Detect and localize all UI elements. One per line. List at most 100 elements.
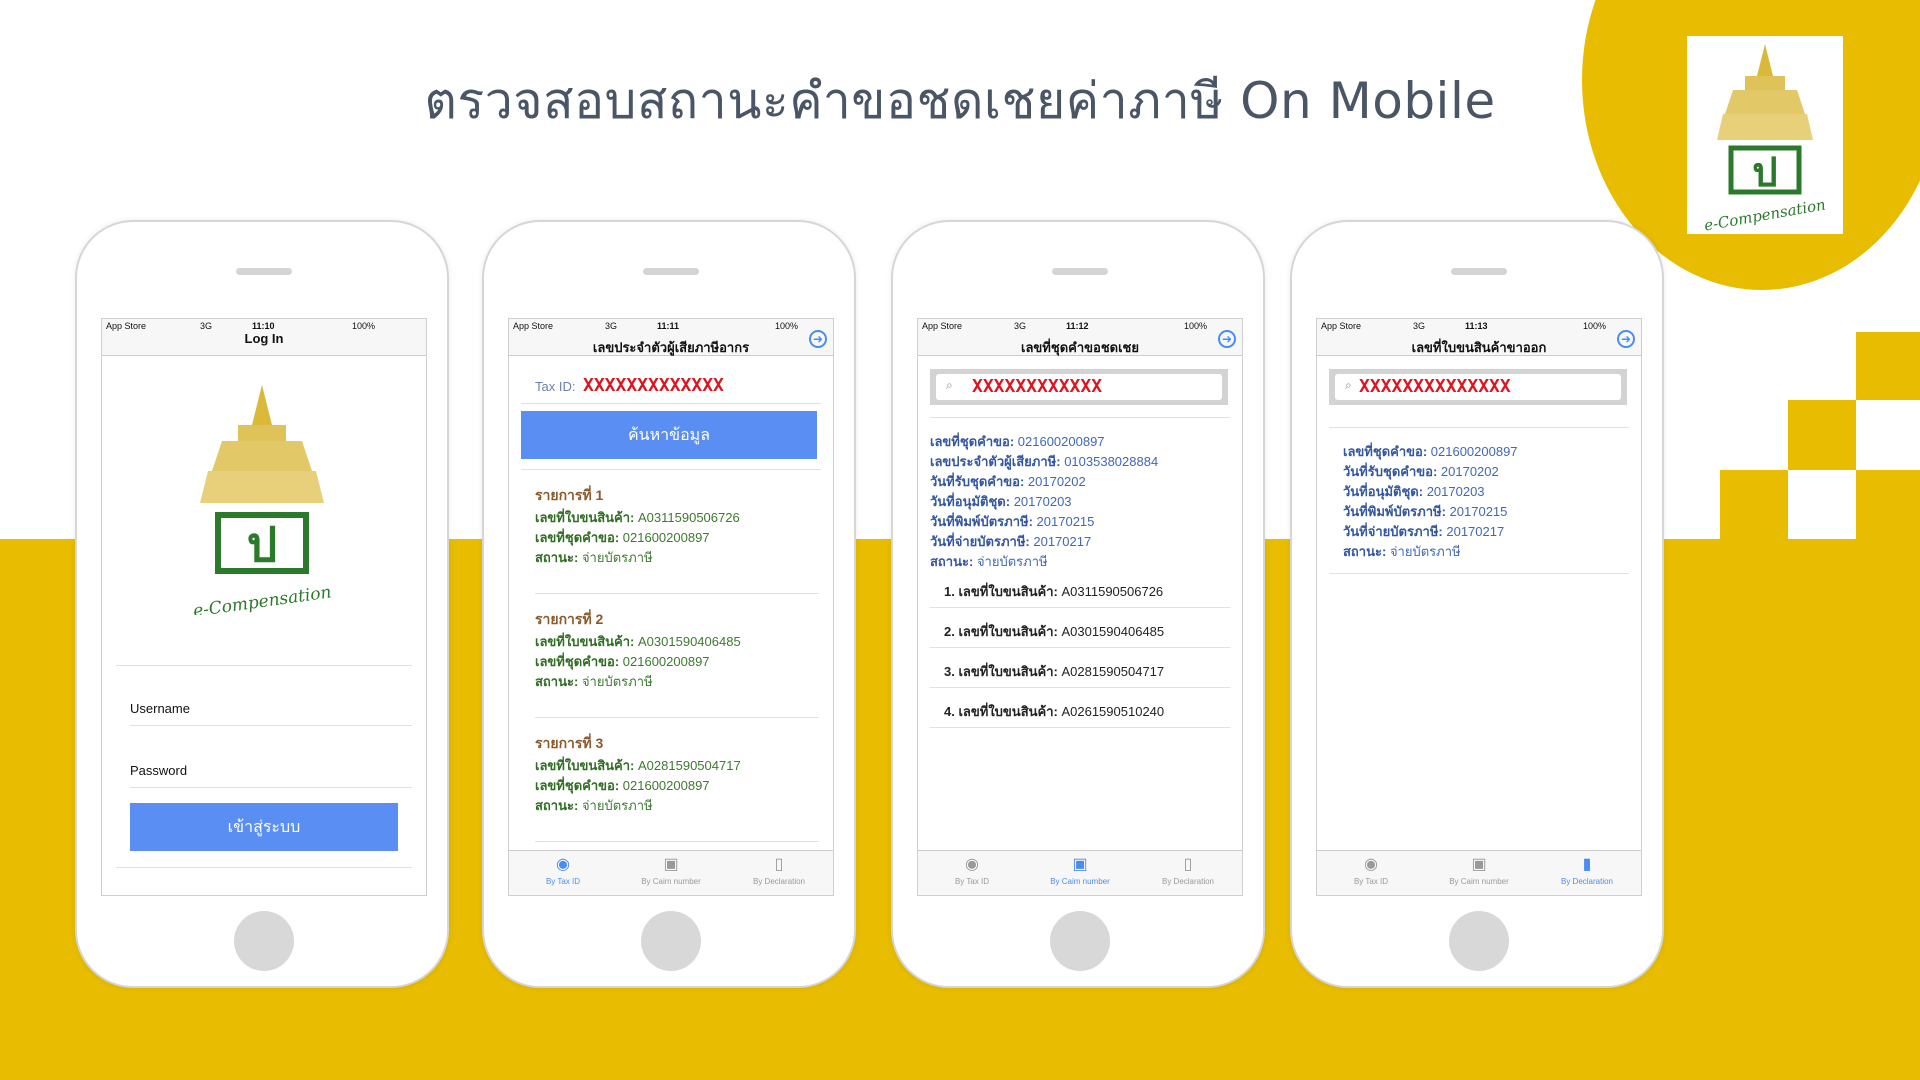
login-logo: ป e-Compensation	[172, 385, 352, 622]
claim-value: 021600200897	[622, 654, 710, 669]
status-value: จ่ายบัตรภาษี	[581, 798, 653, 813]
divider	[521, 403, 821, 404]
search-icon: ⌕	[1345, 378, 1352, 392]
status-bar: App Store 3G 11:13 100%	[1317, 319, 1641, 333]
tax-id-label: Tax ID:	[535, 379, 576, 394]
login-button[interactable]: เข้าสู่ระบบ	[130, 803, 398, 851]
item-heading: รายการที่ 2	[535, 611, 604, 627]
nav-title: Log In	[244, 331, 284, 346]
logout-icon[interactable]: ➜	[1617, 330, 1635, 348]
home-button[interactable]	[234, 911, 294, 971]
status-bar: App Store 3G 11:12 100%	[918, 319, 1242, 333]
invoice-value: A0311590506726	[638, 510, 740, 525]
divider	[930, 687, 1230, 688]
tab-by-tax-id[interactable]: ◉ By Tax ID	[918, 851, 1026, 895]
list-item[interactable]: 4. เลขที่ใบขนสินค้า: A0261590510240	[944, 701, 1164, 722]
nav-bar: App Store 3G 11:11 100% เลขประจำตัวผู้เส…	[509, 319, 833, 356]
status-label: สถานะ:	[535, 674, 579, 689]
status-value: จ่ายบัตรภาษี	[581, 550, 653, 565]
speaker	[643, 268, 699, 275]
tab-bar: ◉ By Tax ID ▣ By Caim number ▮ By Declarati…	[1317, 850, 1641, 895]
tab-by-claim-number[interactable]: ▣ By Caim number	[1425, 851, 1533, 895]
divider	[130, 787, 412, 788]
tab-by-claim-number[interactable]: ▣ By Caim number	[617, 851, 725, 895]
username-field[interactable]: Username	[130, 701, 190, 716]
status-value: จ่ายบัตรภาษี	[581, 674, 653, 689]
divider	[535, 593, 819, 594]
battery-label: 100%	[1184, 321, 1208, 331]
tab-by-declaration[interactable]: ▮ By Declaration	[1533, 851, 1641, 895]
divider	[930, 417, 1230, 418]
clipboard-icon: ▮	[1582, 856, 1592, 873]
user-circle-icon: ◉	[556, 856, 570, 873]
clipboard-icon: ▯	[1183, 856, 1193, 873]
phone-claim: App Store 3G 11:12 100% เลขที่ชุดคำขอชดเ…	[891, 220, 1265, 988]
nav-bar: App Store 3G 11:13 100% เลขที่ใบขนสินค้า…	[1317, 319, 1641, 356]
screen-login: App Store 3G 11:10 100% Log In ป e-Compe…	[101, 318, 427, 896]
invoice-label: เลขที่ใบขนสินค้า:	[535, 510, 635, 525]
net-label: 3G	[200, 321, 213, 331]
royal-crown-emblem-icon: ป e-Compensation	[192, 385, 333, 622]
time-label: 11:12	[1066, 321, 1089, 331]
screen-declaration: App Store 3G 11:13 100% เลขที่ใบขนสินค้า…	[1316, 318, 1642, 896]
home-button[interactable]	[641, 911, 701, 971]
logout-icon[interactable]: ➜	[1218, 330, 1236, 348]
claim-label: เลขที่ชุดคำขอ:	[535, 654, 620, 669]
claim-value: 021600200897	[622, 778, 710, 793]
search-input[interactable]: ⌕ XXXXXXXXXXXXXX	[1335, 374, 1621, 400]
tab-by-tax-id[interactable]: ◉ By Tax ID	[1317, 851, 1425, 895]
tax-id-value[interactable]: XXXXXXXXXXXXX	[583, 375, 724, 396]
divider	[116, 665, 412, 666]
nav-title: เลขที่ชุดคำขอชดเชย	[1021, 340, 1139, 355]
divider	[116, 867, 412, 868]
claim-value: 021600200897	[622, 530, 710, 545]
carrier-label: App Store	[922, 321, 963, 331]
item-heading: รายการที่ 1	[535, 487, 604, 503]
clipboard-icon: ▯	[774, 856, 784, 873]
divider	[1329, 573, 1629, 574]
svg-text:ป: ป	[1752, 149, 1777, 196]
claim-label: เลขที่ชุดคำขอ:	[535, 778, 620, 793]
carrier-label: App Store	[1321, 321, 1362, 331]
item-heading: รายการที่ 3	[535, 735, 604, 751]
divider	[535, 717, 819, 718]
net-label: 3G	[1413, 321, 1426, 331]
divider	[130, 725, 412, 726]
search-button[interactable]: ค้นหาข้อมูล	[521, 411, 817, 459]
home-button[interactable]	[1050, 911, 1110, 971]
nav-bar: App Store 3G 11:10 100% Log In	[102, 319, 426, 356]
invoice-label: เลขที่ใบขนสินค้า:	[535, 758, 635, 773]
divider	[535, 841, 819, 842]
tab-by-declaration[interactable]: ▯ By Declaration	[1134, 851, 1242, 895]
tab-bar: ◉ By Tax ID ▣ By Caim number ▯ By Declarati…	[509, 850, 833, 895]
claim-label: เลขที่ชุดคำขอ:	[535, 530, 620, 545]
speaker	[1052, 268, 1108, 275]
user-circle-icon: ◉	[1364, 856, 1378, 873]
home-button[interactable]	[1449, 911, 1509, 971]
logout-icon[interactable]: ➜	[809, 330, 827, 348]
phone-login: App Store 3G 11:10 100% Log In ป e-Compe…	[75, 220, 449, 988]
divider	[930, 727, 1230, 728]
status-bar: App Store 3G 11:11 100%	[509, 319, 833, 333]
deco-square	[1720, 470, 1788, 540]
nav-title: เลขที่ใบขนสินค้าขาออก	[1411, 340, 1547, 355]
invoice-value: A0281590504717	[638, 758, 741, 773]
speaker	[1451, 268, 1507, 275]
status-label: สถานะ:	[535, 798, 579, 813]
list-item[interactable]: 3. เลขที่ใบขนสินค้า: A0281590504717	[944, 661, 1164, 682]
password-field[interactable]: Password	[130, 763, 187, 778]
list-item[interactable]: 2. เลขที่ใบขนสินค้า: A0301590406485	[944, 621, 1164, 642]
search-input[interactable]: ⌕ XXXXXXXXXXXX	[936, 374, 1222, 400]
phone-taxid: App Store 3G 11:11 100% เลขประจำตัวผู้เส…	[482, 220, 856, 988]
search-bar: ⌕ XXXXXXXXXXXXXX	[1329, 369, 1627, 405]
speaker	[236, 268, 292, 275]
tab-by-claim-number[interactable]: ▣ By Caim number	[1026, 851, 1134, 895]
tab-bar: ◉ By Tax ID ▣ By Caim number ▯ By Declarati…	[918, 850, 1242, 895]
list-item[interactable]: 1. เลขที่ใบขนสินค้า: A0311590506726	[944, 581, 1163, 602]
net-label: 3G	[605, 321, 618, 331]
tab-by-tax-id[interactable]: ◉ By Tax ID	[509, 851, 617, 895]
tab-by-declaration[interactable]: ▯ By Declaration	[725, 851, 833, 895]
svg-text:ป: ป	[247, 517, 277, 573]
search-bar: ⌕ XXXXXXXXXXXX	[930, 369, 1228, 405]
deco-square	[1856, 470, 1920, 540]
